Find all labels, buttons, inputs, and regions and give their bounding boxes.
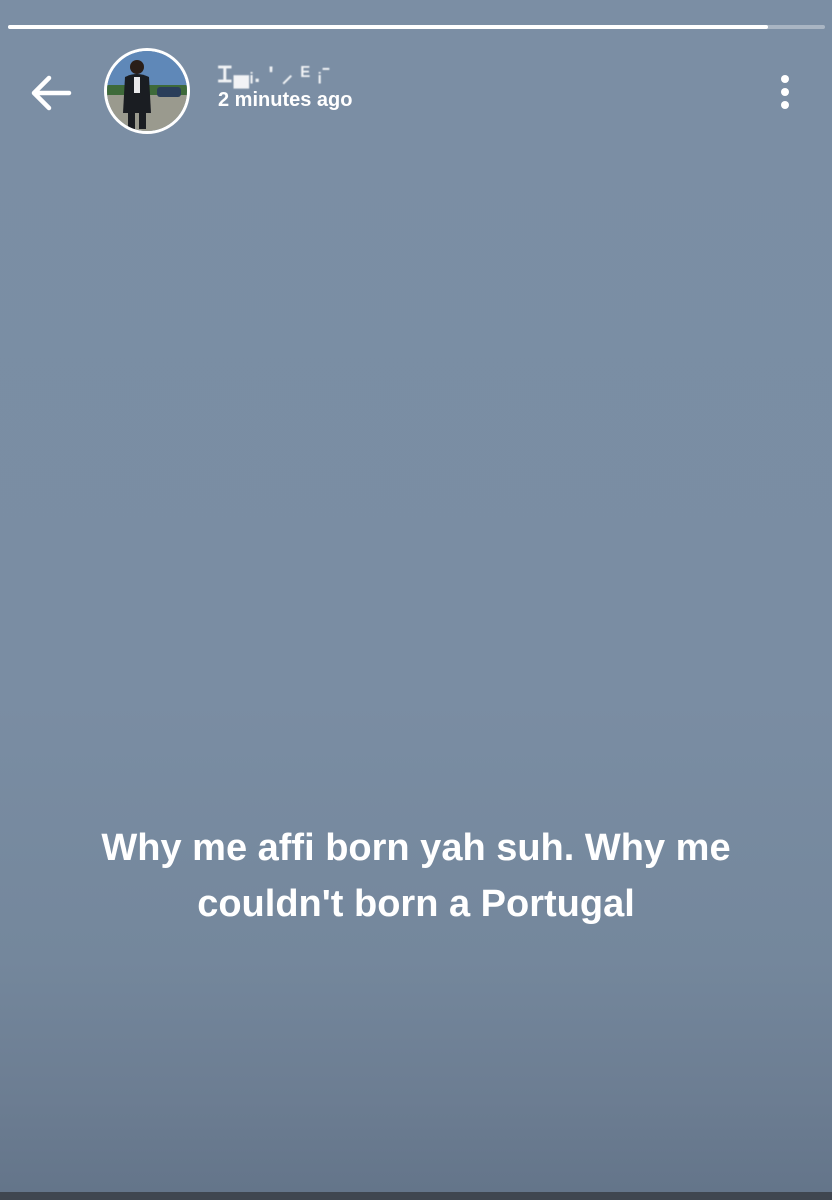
back-button[interactable] [26, 70, 76, 116]
more-vertical-icon-dot [781, 88, 789, 96]
status-text: Why me affi born yah suh. Why me couldn'… [101, 827, 731, 925]
more-vertical-icon [781, 75, 789, 83]
username[interactable]: Ꮖ▄ᵢ. ' ⸝ ᴱ ᵢ⁻ [218, 62, 352, 88]
profile-photo [107, 51, 187, 131]
story-progress-fill [8, 25, 768, 29]
more-options-button[interactable] [768, 68, 802, 116]
arrow-left-icon [31, 75, 72, 111]
avatar[interactable] [104, 48, 190, 134]
bottom-edge [0, 1192, 832, 1200]
timestamp: 2 minutes ago [218, 89, 353, 111]
story-progress-bar [8, 25, 825, 29]
more-vertical-icon-dot [781, 101, 789, 109]
story-header-info: Ꮖ▄ᵢ. ' ⸝ ᴱ ᵢ⁻ 2 minutes ago [218, 62, 352, 112]
